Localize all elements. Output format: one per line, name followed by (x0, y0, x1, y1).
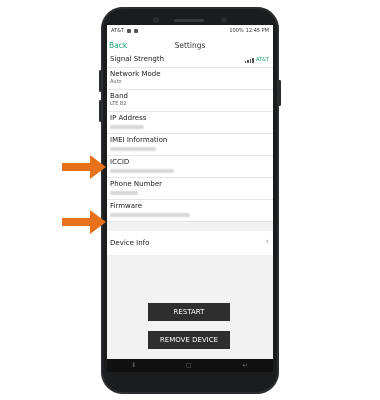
chevron-right-icon: › (265, 237, 269, 247)
navigation-bar: ⦀ ▢ ↩ (107, 359, 273, 372)
recents-nav-icon[interactable]: ⦀ (132, 362, 135, 370)
list-item-network-mode: Network Mode Auto (107, 68, 273, 90)
list-item-signal-strength: Signal Strength AT&T (107, 55, 273, 68)
sensor-icon (221, 17, 227, 23)
row-label: IP Address (110, 114, 147, 122)
page-title: Settings (174, 41, 206, 50)
redacted-value (110, 125, 144, 129)
list-item-firmware: Firmware (107, 200, 273, 222)
remove-device-button[interactable]: REMOVE DEVICE (148, 331, 230, 349)
battery-label: 100% (229, 27, 244, 34)
carrier-label: AT&T (111, 27, 125, 34)
phone-screen: AT&T 100% 12:45 PM Back Settings Signal … (107, 25, 273, 372)
row-label: Band (110, 92, 128, 100)
front-camera-icon (153, 17, 159, 23)
back-nav-icon[interactable]: ↩ (243, 362, 248, 369)
signal-carrier: AT&T (255, 57, 269, 63)
row-label: ICCID (110, 158, 130, 166)
power-button (278, 80, 281, 106)
redacted-value (110, 213, 190, 217)
app-bar: Back Settings (107, 36, 273, 55)
bixby-button (99, 100, 102, 122)
notification-icon (134, 28, 139, 33)
arrow-right-icon (62, 210, 106, 234)
section-gap (107, 222, 273, 231)
row-value: LTE B2 (110, 101, 127, 107)
home-nav-icon[interactable]: ▢ (186, 362, 192, 369)
list-item-imei-information: IMEI Information (107, 134, 273, 156)
row-label: Network Mode (110, 70, 161, 78)
signal-indicator: AT&T (244, 57, 269, 63)
back-button[interactable]: Back (109, 41, 127, 50)
row-label: Phone Number (110, 180, 163, 188)
signal-bars-icon (244, 58, 254, 63)
list-item-band: Band LTE B2 (107, 90, 273, 112)
list-item-iccid: ICCID (107, 156, 273, 178)
restart-button[interactable]: RESTART (148, 303, 230, 321)
volume-button (99, 70, 102, 92)
status-bar: AT&T 100% 12:45 PM (107, 25, 273, 36)
device-info-label: Device Info (110, 239, 150, 247)
time-label: 12:45 PM (245, 27, 269, 34)
device-info-item[interactable]: Device Info › (107, 231, 273, 255)
row-label: IMEI Information (110, 136, 168, 144)
redacted-value (110, 191, 138, 195)
list-item-ip-address: IP Address (107, 112, 273, 134)
redacted-value (110, 169, 174, 173)
row-value: Auto (110, 79, 122, 85)
list-item-phone-number: Phone Number (107, 178, 273, 200)
row-label: Firmware (110, 202, 143, 210)
settings-list: Signal Strength AT&T Network Mode Auto B… (107, 55, 273, 222)
redacted-value (110, 147, 156, 151)
arrow-right-icon (62, 155, 106, 179)
notification-icon (127, 28, 132, 33)
earpiece-speaker (174, 19, 204, 22)
